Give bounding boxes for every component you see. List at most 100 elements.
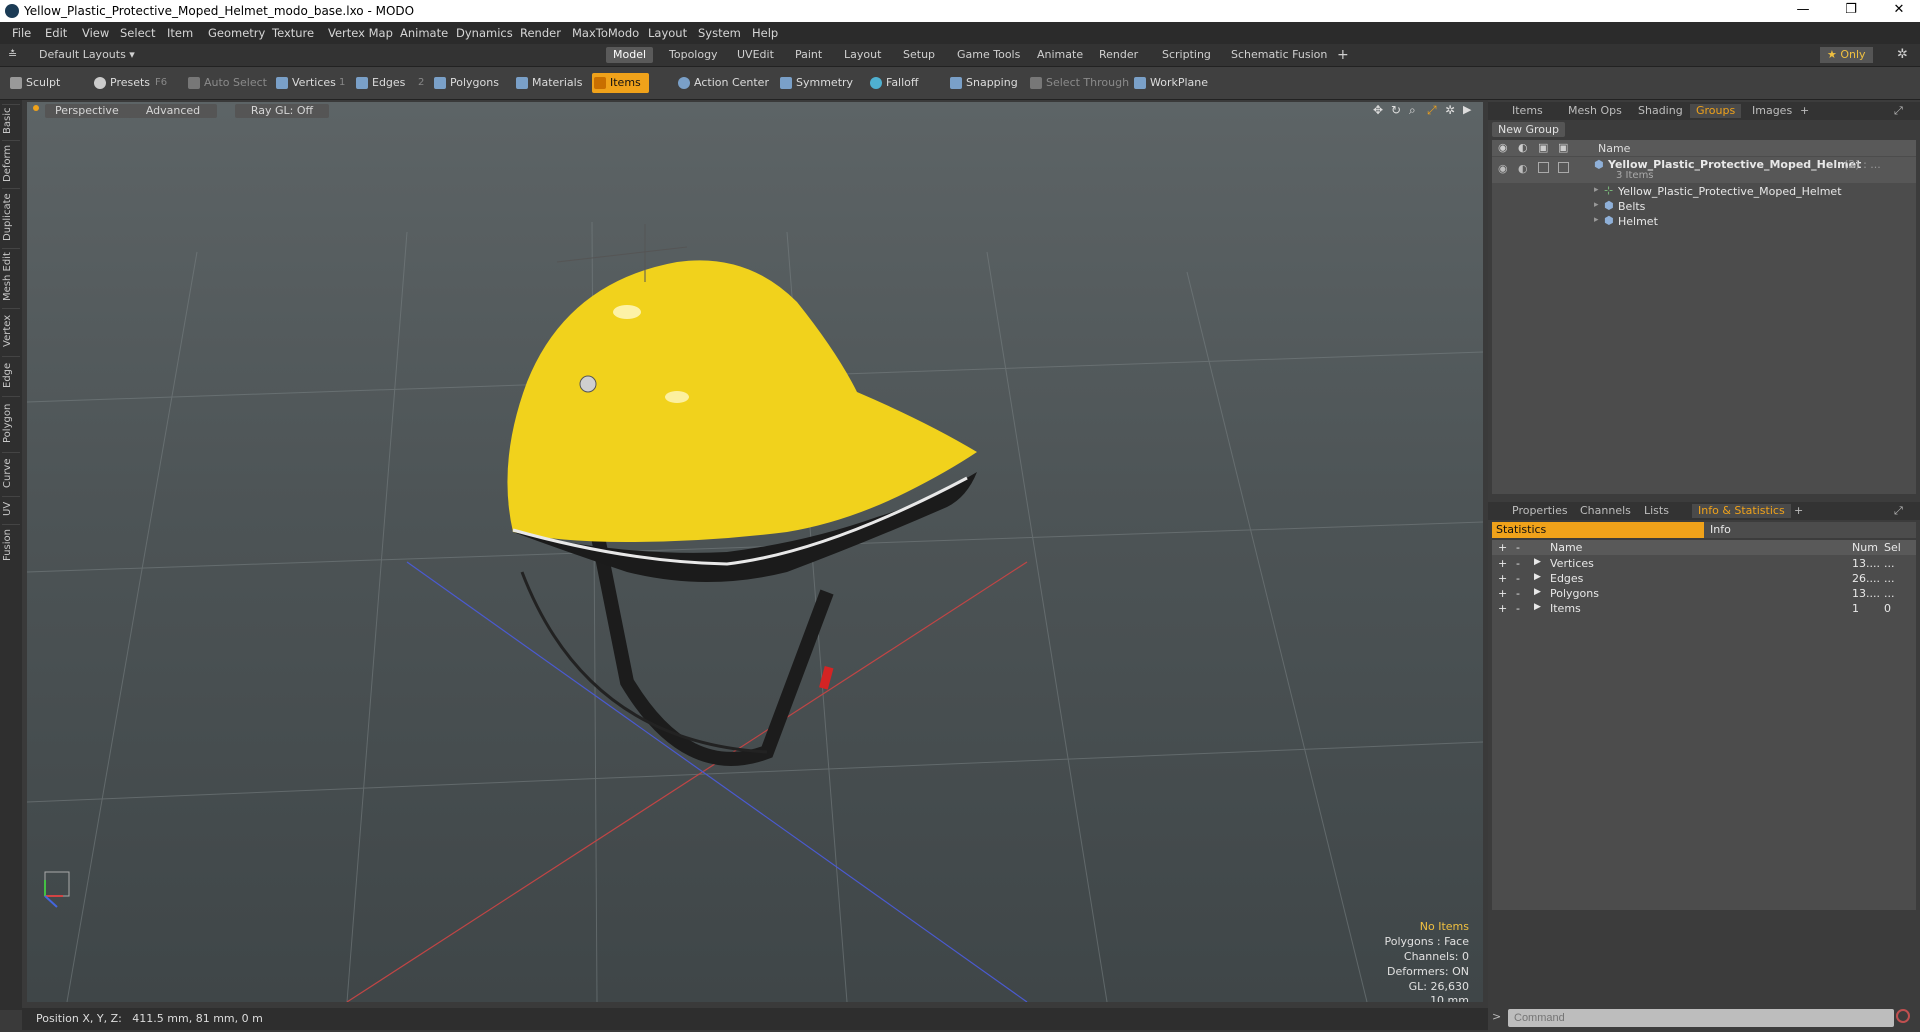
add-panel-tab-icon[interactable]: + [1794, 104, 1815, 118]
tab-vertex[interactable]: Vertex [2, 308, 20, 353]
menu-maxtomodo[interactable]: MaxToModo [572, 26, 639, 40]
tab-uv[interactable]: UV [2, 496, 20, 521]
record-icon[interactable] [1896, 1009, 1910, 1023]
minimize-button[interactable]: — [1788, 2, 1818, 20]
add-icon[interactable]: + [1498, 572, 1507, 585]
tab-mesh-ops[interactable]: Mesh Ops [1562, 104, 1628, 118]
list-item[interactable]: ▸ ⊹ Yellow_Plastic_Protective_Moped_Helm… [1592, 184, 1916, 199]
expand-arrow-icon[interactable]: ▸ [1594, 185, 1599, 195]
list-item[interactable]: ▸ ⬢ Belts [1592, 199, 1916, 214]
tab-lists[interactable]: Lists [1638, 504, 1675, 518]
sculpt-button[interactable]: Sculpt [8, 73, 60, 93]
vertices-button[interactable]: Vertices [274, 73, 336, 93]
add-stats-tab-icon[interactable]: + [1788, 504, 1809, 518]
menu-view[interactable]: View [82, 26, 109, 40]
menu-vertex-map[interactable]: Vertex Map [328, 26, 393, 40]
fit-view-icon[interactable]: ⤢ [1427, 103, 1437, 118]
table-row[interactable]: + - ▶ Items 1 0 [1492, 601, 1916, 616]
tab-layout[interactable]: Layout [837, 47, 888, 63]
advanced-button[interactable]: Advanced [129, 104, 217, 118]
add-tab-icon[interactable]: + [1330, 47, 1356, 63]
menu-edit[interactable]: Edit [45, 26, 67, 40]
group-row[interactable]: ◉ ◐ ⬢ Yellow_Plastic_Protective_Moped_He… [1492, 157, 1916, 183]
tab-basic[interactable]: Basic [2, 104, 20, 137]
viewport-dot-icon[interactable] [33, 105, 39, 111]
select-through-button[interactable]: Select Through [1028, 73, 1129, 93]
menu-item[interactable]: Item [167, 26, 193, 40]
materials-button[interactable]: Materials [514, 73, 582, 93]
menu-geometry[interactable]: Geometry [208, 26, 265, 40]
tab-info-statistics[interactable]: Info & Statistics [1692, 504, 1791, 518]
tab-fusion[interactable]: Fusion [2, 524, 20, 565]
menu-layout[interactable]: Layout [648, 26, 687, 40]
menu-file[interactable]: File [12, 26, 31, 40]
table-row[interactable]: + - ▶ Polygons 13.... ... [1492, 586, 1916, 601]
expand-arrow-icon[interactable]: ▶ [1534, 602, 1541, 612]
add-icon[interactable]: + [1498, 602, 1507, 615]
tab-deform[interactable]: Deform [2, 140, 20, 185]
expand-panel-icon[interactable]: ⤢ [1888, 104, 1909, 118]
falloff-button[interactable]: Falloff [868, 73, 918, 93]
tab-schematic-fusion[interactable]: Schematic Fusion [1224, 47, 1334, 63]
tab-render[interactable]: Render [1092, 47, 1145, 63]
menu-texture[interactable]: Texture [272, 26, 314, 40]
tab-items[interactable]: Items [1506, 104, 1549, 118]
group-render-icon[interactable]: ◐ [1518, 162, 1528, 175]
menu-animate[interactable]: Animate [400, 26, 448, 40]
edges-button[interactable]: Edges [354, 73, 405, 93]
restore-button[interactable]: ❐ [1836, 2, 1866, 20]
close-button[interactable]: ✕ [1884, 2, 1914, 20]
add-icon[interactable]: + [1498, 557, 1507, 570]
layout-selector[interactable]: Default Layouts ▾ [32, 47, 142, 63]
remove-icon[interactable]: - [1516, 587, 1520, 600]
tab-uvedit[interactable]: UVEdit [730, 47, 781, 63]
group-lock-checkbox[interactable] [1538, 162, 1549, 173]
raygl-button[interactable]: Ray GL: Off [235, 104, 329, 118]
list-item[interactable]: ▸ ⬢ Helmet [1592, 214, 1916, 229]
menu-select[interactable]: Select [120, 26, 155, 40]
expand-arrow-icon[interactable]: ▶ [1534, 557, 1541, 567]
rotate-view-icon[interactable]: ↻ [1391, 103, 1401, 117]
presets-button[interactable]: Presets [92, 73, 150, 93]
menu-system[interactable]: System [698, 26, 741, 40]
tab-game-tools[interactable]: Game Tools [950, 47, 1027, 63]
tab-properties[interactable]: Properties [1506, 504, 1574, 518]
table-row[interactable]: + - ▶ Vertices 13.... ... [1492, 556, 1916, 571]
snapping-button[interactable]: Snapping [948, 73, 1018, 93]
polygons-button[interactable]: Polygons [432, 73, 499, 93]
expand-arrow-icon[interactable]: ▸ [1594, 200, 1599, 210]
only-toggle[interactable]: ★ Only [1820, 47, 1873, 63]
menu-help[interactable]: Help [752, 26, 778, 40]
zoom-view-icon[interactable]: ⌕ [1409, 103, 1416, 118]
tab-curve[interactable]: Curve [2, 452, 20, 493]
tab-edge[interactable]: Edge [2, 356, 20, 393]
3d-viewport[interactable]: No Items Polygons : Face Channels: 0 Def… [27, 102, 1483, 1002]
tab-mesh-edit[interactable]: Mesh Edit [2, 248, 20, 305]
auto-select-button[interactable]: Auto Select [186, 73, 267, 93]
tab-topology[interactable]: Topology [662, 47, 725, 63]
expand-stats-icon[interactable]: ⤢ [1888, 504, 1909, 518]
tab-paint[interactable]: Paint [788, 47, 829, 63]
tab-model[interactable]: Model [606, 47, 654, 63]
expand-arrow-icon[interactable]: ▸ [1594, 215, 1599, 225]
items-button[interactable]: Items [592, 73, 649, 93]
menu-dynamics[interactable]: Dynamics [456, 26, 513, 40]
tab-shading[interactable]: Shading [1632, 104, 1689, 118]
statistics-subtab[interactable]: Statistics [1492, 522, 1704, 538]
remove-icon[interactable]: - [1516, 557, 1520, 570]
tab-setup[interactable]: Setup [896, 47, 942, 63]
new-group-button[interactable]: New Group [1492, 122, 1565, 137]
tab-duplicate[interactable]: Duplicate [2, 188, 20, 245]
tab-polygon[interactable]: Polygon [2, 396, 20, 449]
workplane-button[interactable]: WorkPlane [1132, 73, 1208, 93]
perspective-button[interactable]: Perspective [45, 104, 135, 118]
group-select-checkbox[interactable] [1558, 162, 1569, 173]
remove-icon[interactable]: - [1516, 572, 1520, 585]
viewport-settings-icon[interactable]: ✲ [1445, 103, 1455, 117]
remove-icon[interactable]: - [1516, 602, 1520, 615]
tab-animate[interactable]: Animate [1030, 47, 1090, 63]
expand-arrow-icon[interactable]: ▶ [1534, 587, 1541, 597]
command-input[interactable] [1508, 1009, 1894, 1027]
table-row[interactable]: + - ▶ Edges 26.... ... [1492, 571, 1916, 586]
add-icon[interactable]: + [1498, 587, 1507, 600]
